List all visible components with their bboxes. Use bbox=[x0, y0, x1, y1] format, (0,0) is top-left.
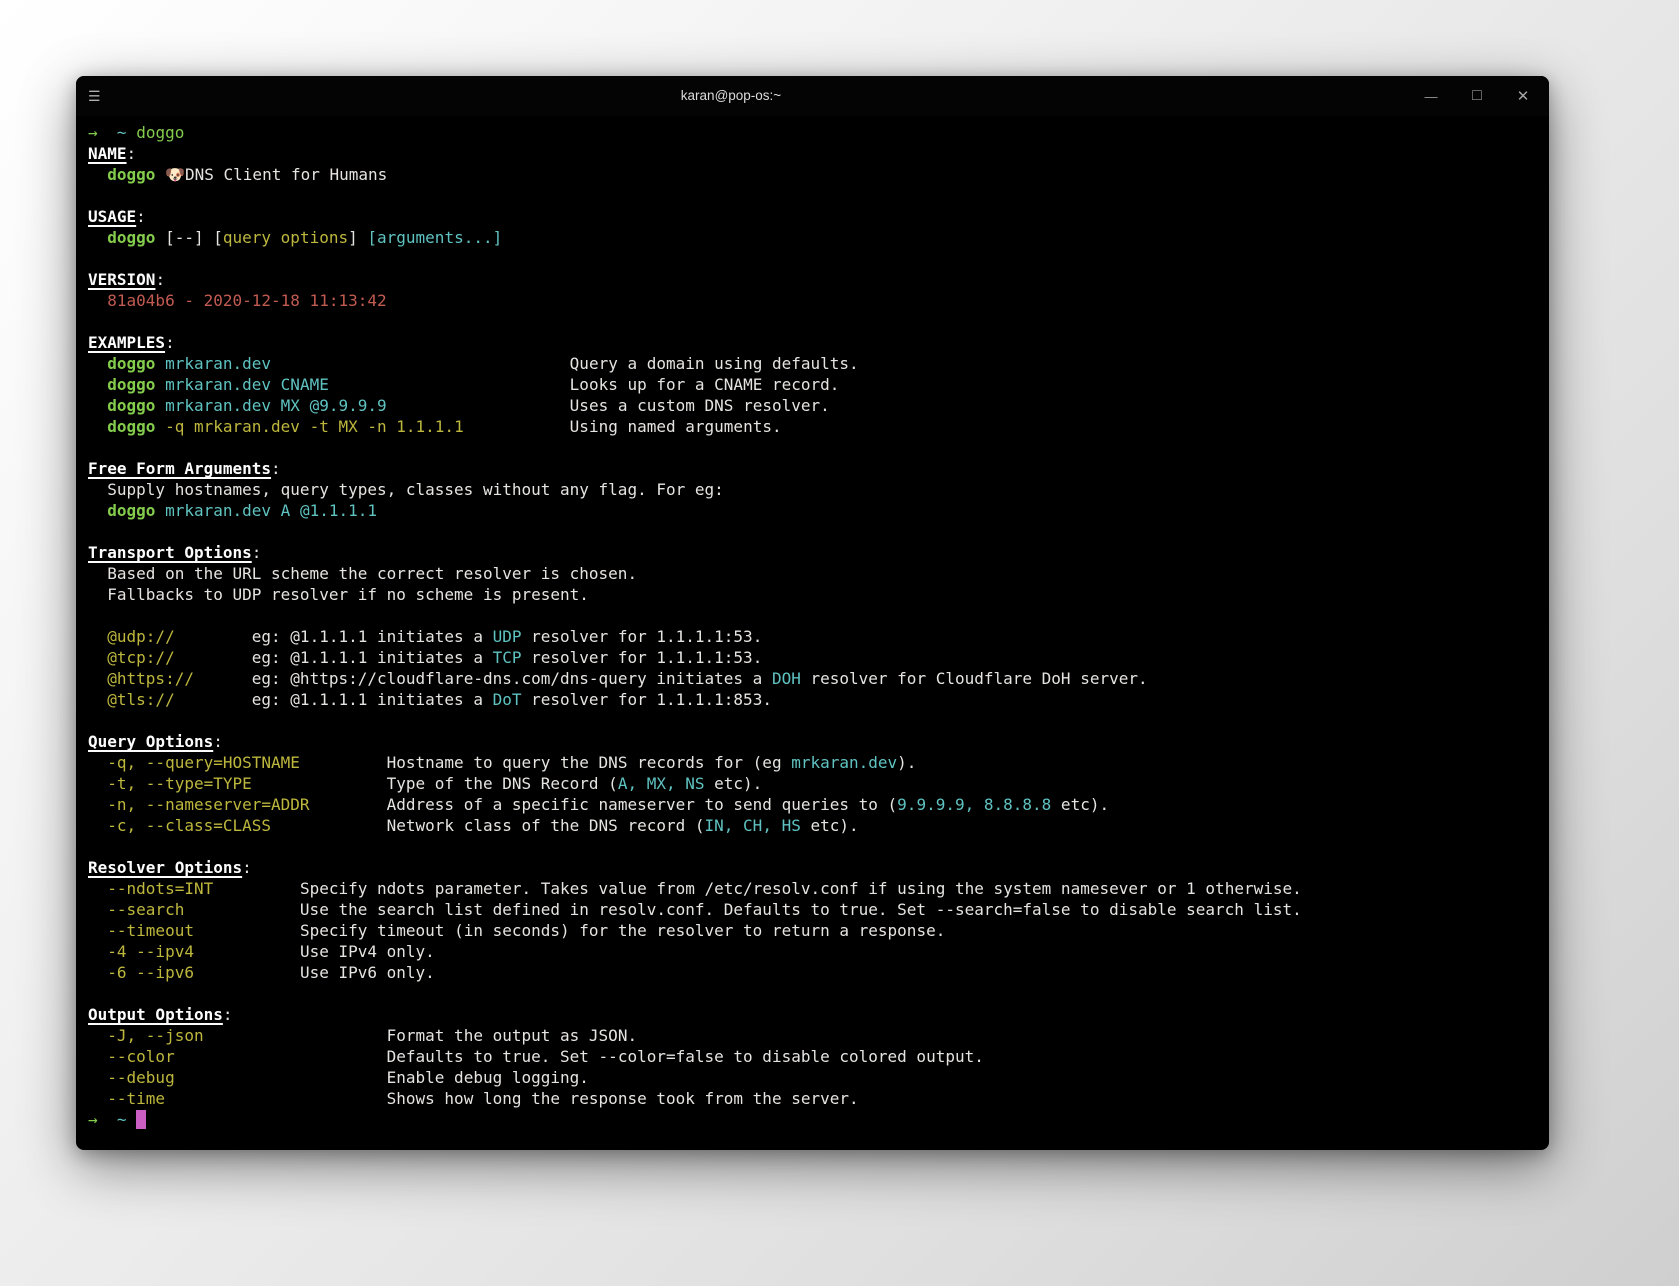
terminal-line: NAME: bbox=[88, 144, 137, 163]
terminal-line: -q, --query=HOSTNAME Hostname to query t… bbox=[107, 753, 917, 772]
terminal-line: Query Options: bbox=[88, 732, 223, 751]
terminal-line: doggo mrkaran.dev MX @9.9.9.9 Uses a cus… bbox=[107, 396, 830, 415]
maximize-icon: □ bbox=[1472, 87, 1482, 104]
terminal-line: USAGE: bbox=[88, 207, 146, 226]
maximize-button[interactable]: □ bbox=[1469, 76, 1485, 116]
minimize-icon: — bbox=[1424, 88, 1438, 104]
terminal-line: --timeout Specify timeout (in seconds) f… bbox=[107, 921, 946, 940]
terminal-line: -c, --class=CLASS Network class of the D… bbox=[107, 816, 859, 835]
terminal-line: Free Form Arguments: bbox=[88, 459, 281, 478]
terminal-line: --time Shows how long the response took … bbox=[107, 1089, 859, 1108]
terminal-line: @tcp:// eg: @1.1.1.1 initiates a TCP res… bbox=[107, 648, 763, 667]
terminal-cursor bbox=[136, 1110, 147, 1129]
terminal-line: doggo -q mrkaran.dev -t MX -n 1.1.1.1 Us… bbox=[107, 417, 782, 436]
terminal-line: --ndots=INT Specify ndots parameter. Tak… bbox=[107, 879, 1302, 898]
terminal-line: -t, --type=TYPE Type of the DNS Record (… bbox=[107, 774, 763, 793]
terminal-line: --debug Enable debug logging. bbox=[107, 1068, 589, 1087]
terminal-line: @https:// eg: @https://cloudflare-dns.co… bbox=[107, 669, 1148, 688]
close-icon: ✕ bbox=[1516, 88, 1530, 105]
terminal-line: doggo mrkaran.dev A @1.1.1.1 bbox=[107, 501, 377, 520]
terminal-line: → ~ doggo bbox=[88, 123, 185, 142]
terminal-line: Fallbacks to UDP resolver if no scheme i… bbox=[88, 585, 589, 604]
terminal-line: doggo 🐶DNS Client for Humans bbox=[107, 165, 388, 184]
terminal-line: -J, --json Format the output as JSON. bbox=[107, 1026, 638, 1045]
titlebar: ☰ karan@pop-os:~ — □ ✕ bbox=[76, 76, 1549, 116]
terminal-line: @udp:// eg: @1.1.1.1 initiates a UDP res… bbox=[107, 627, 763, 646]
minimize-button[interactable]: — bbox=[1423, 76, 1439, 116]
terminal-line: Supply hostnames, query types, classes w… bbox=[88, 480, 724, 499]
terminal-line: doggo mrkaran.dev CNAME Looks up for a C… bbox=[107, 375, 840, 394]
terminal-line: Based on the URL scheme the correct reso… bbox=[88, 564, 638, 583]
terminal-line: @tls:// eg: @1.1.1.1 initiates a DoT res… bbox=[107, 690, 772, 709]
close-button[interactable]: ✕ bbox=[1515, 76, 1531, 116]
terminal-line: -n, --nameserver=ADDR Address of a speci… bbox=[107, 795, 1110, 814]
window-title: karan@pop-os:~ bbox=[680, 88, 782, 103]
terminal-line: --search Use the search list defined in … bbox=[107, 900, 1302, 919]
terminal-line: 81a04b6 - 2020-12-18 11:13:42 bbox=[88, 291, 387, 310]
terminal-screen[interactable]: → ~ doggo NAME: doggo 🐶DNS Client for Hum… bbox=[76, 116, 1549, 1130]
window-controls: — □ ✕ bbox=[1423, 76, 1531, 116]
terminal-line: doggo mrkaran.dev Query a domain using d… bbox=[107, 354, 859, 373]
terminal-line: doggo [--] [query options] [arguments...… bbox=[107, 228, 503, 247]
terminal-line: Resolver Options: bbox=[88, 858, 252, 877]
terminal-line: → ~ bbox=[88, 1109, 1539, 1130]
terminal-window: ☰ karan@pop-os:~ — □ ✕ → ~ doggo NAME: do… bbox=[76, 76, 1549, 1150]
terminal-line: Transport Options: bbox=[88, 543, 262, 562]
terminal-line: Output Options: bbox=[88, 1005, 233, 1024]
terminal-line: EXAMPLES: bbox=[88, 333, 175, 352]
terminal-line: VERSION: bbox=[88, 270, 166, 289]
terminal-line: --color Defaults to true. Set --color=fa… bbox=[107, 1047, 984, 1066]
terminal-line: -6 --ipv6 Use IPv6 only. bbox=[107, 963, 435, 982]
terminal-line: -4 --ipv4 Use IPv4 only. bbox=[107, 942, 435, 961]
